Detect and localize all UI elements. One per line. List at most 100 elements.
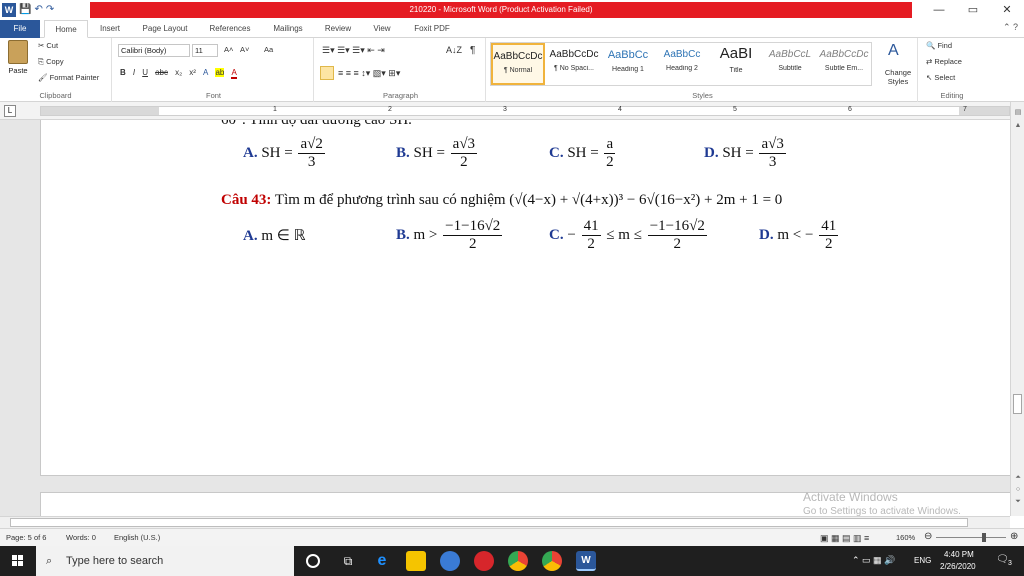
subscript-button[interactable]: x₂	[175, 68, 182, 77]
numerator: 41	[819, 218, 839, 236]
italic-button[interactable]: I	[133, 68, 135, 77]
opera-icon[interactable]	[474, 551, 494, 571]
chrome-profile-icon[interactable]	[542, 551, 562, 571]
font-color-icon[interactable]: A	[231, 68, 237, 79]
start-button[interactable]	[0, 546, 36, 576]
zoom-in-icon[interactable]: ⊕	[1010, 531, 1018, 542]
horizontal-scroll-thumb[interactable]	[10, 518, 968, 527]
shrink-font-button[interactable]: A˅	[240, 45, 249, 54]
document-area: 60°. Tính độ dài đường cao SH. A. SH = a…	[0, 120, 1010, 516]
paste-icon	[8, 40, 28, 64]
style-title[interactable]: AaBI Title	[709, 43, 763, 85]
zoom-out-icon[interactable]: ⊖	[924, 531, 932, 542]
select-button[interactable]: ↖ Select	[926, 73, 955, 82]
style-normal[interactable]: AaBbCcDc ¶ Normal	[491, 43, 545, 85]
file-explorer-icon[interactable]	[406, 551, 426, 571]
style-heading-1[interactable]: AaBbCc Heading 1	[601, 43, 655, 85]
tab-insert[interactable]: Insert	[92, 20, 128, 38]
horizontal-ruler[interactable]: 1 2 3 4 5 6 7	[40, 106, 1010, 116]
copy-button[interactable]: ⎘ Copy	[38, 57, 64, 67]
save-icon[interactable]: 💾	[19, 3, 31, 17]
text-effects-icon[interactable]: A	[203, 68, 208, 77]
style-no-spacing[interactable]: AaBbCcDc ¶ No Spaci...	[547, 43, 601, 85]
browse-object-icon[interactable]: ○	[1011, 486, 1024, 493]
show-marks-button[interactable]: ¶	[470, 45, 475, 56]
word-app-icon[interactable]: W	[2, 3, 16, 17]
scroll-thumb[interactable]	[1013, 394, 1022, 414]
word-count[interactable]: Words: 0	[66, 533, 96, 542]
vertical-scrollbar[interactable]: ▤ ▲ ⏶ ○ ⏷	[1010, 102, 1024, 516]
tab-references[interactable]: References	[202, 20, 258, 38]
bold-button[interactable]: B	[120, 68, 126, 77]
zoom-level[interactable]: 160%	[896, 533, 915, 542]
format-painter-button[interactable]: 🖌 Format Painter	[38, 73, 99, 82]
alignment-icons[interactable]: ≡ ≡ ≡ ↕▾ ▧▾ ⊞▾	[338, 68, 400, 79]
change-case-button[interactable]: Aa	[264, 45, 273, 54]
language-indicator[interactable]: English (U.S.)	[114, 533, 160, 542]
tab-mailings[interactable]: Mailings	[264, 20, 312, 38]
previous-page-icon[interactable]: ⏶	[1011, 474, 1024, 482]
cortana-icon[interactable]	[306, 554, 320, 568]
tray-icons[interactable]: ⌃ ▭ ▦ 🔊	[852, 555, 895, 566]
font-size-dropdown[interactable]: 11	[192, 44, 218, 57]
view-mode-icons[interactable]: ▣ ▦ ▤ ▥ ≡	[820, 533, 869, 544]
style-subtitle[interactable]: AaBbCcL Subtitle	[763, 43, 817, 85]
tab-home[interactable]: Home	[44, 20, 88, 38]
ruler-toggle-icon[interactable]: ▤	[1011, 108, 1024, 116]
highlight-icon[interactable]: ab	[215, 68, 225, 77]
style-name: Title	[729, 67, 743, 74]
bullets-icon[interactable]: ☰▾ ☰▾ ☰▾ ⇤ ⇥	[322, 45, 385, 56]
minimize-button[interactable]: —	[922, 0, 956, 20]
edge-icon[interactable]: e	[372, 551, 392, 571]
zoom-slider[interactable]	[936, 537, 1006, 538]
tab-view[interactable]: View	[364, 20, 400, 38]
change-styles-button[interactable]: Change Styles	[880, 68, 916, 86]
help-icon[interactable]: ⌃ ?	[1003, 22, 1018, 33]
word-taskbar-icon[interactable]: W	[576, 551, 596, 571]
replace-button[interactable]: ⇄ Replace	[926, 57, 962, 66]
tab-selector[interactable]: L	[4, 105, 16, 117]
zoom-slider-thumb[interactable]	[982, 533, 986, 542]
close-button[interactable]: ✕	[990, 0, 1024, 20]
horizontal-scrollbar[interactable]	[0, 516, 1010, 528]
page-count[interactable]: Page: 5 of 6	[6, 533, 46, 542]
style-sample: AaBbCcDc	[819, 49, 869, 60]
chrome-icon[interactable]	[508, 551, 528, 571]
notification-icon[interactable]: 🗨	[996, 554, 1009, 565]
ruler-number: 3	[503, 106, 507, 113]
clock-date[interactable]: 2/26/2020	[940, 562, 976, 571]
document-page[interactable]: 60°. Tính độ dài đường cao SH. A. SH = a…	[40, 120, 1010, 476]
superscript-button[interactable]: x²	[189, 68, 196, 77]
font-name-dropdown[interactable]: Calibri (Body)	[118, 44, 190, 57]
strikethrough-button[interactable]: abc	[155, 68, 168, 77]
tab-review[interactable]: Review	[318, 20, 358, 38]
denominator: 2	[824, 236, 833, 252]
sort-button[interactable]: A↓Z	[446, 45, 462, 55]
maximize-button[interactable]: ▭	[956, 0, 990, 20]
style-subtle-emphasis[interactable]: AaBbCcDc Subtle Em...	[817, 43, 871, 85]
undo-icon[interactable]: ↶	[34, 3, 42, 17]
app-icon-blue[interactable]	[440, 551, 460, 571]
tab-file[interactable]: File	[0, 20, 40, 38]
next-page-icon[interactable]: ⏷	[1011, 498, 1024, 506]
find-button[interactable]: 🔍 Find	[926, 41, 952, 50]
status-bar: Page: 5 of 6 Words: 0 English (U.S.) ▣ ▦…	[0, 528, 1024, 546]
align-left-button[interactable]	[320, 66, 334, 80]
taskbar-search-box[interactable]: ⌕ Type here to search	[36, 546, 294, 576]
underline-button[interactable]: U	[142, 68, 148, 77]
style-name: ¶ Normal	[503, 67, 533, 74]
grow-font-button[interactable]: A˄	[224, 45, 233, 54]
input-language[interactable]: ENG	[914, 556, 931, 565]
tab-page-layout[interactable]: Page Layout	[134, 20, 196, 38]
tab-foxit-pdf[interactable]: Foxit PDF	[406, 20, 458, 38]
task-view-icon[interactable]: ⧉	[338, 551, 358, 571]
scroll-up-icon[interactable]: ▲	[1011, 122, 1024, 129]
paste-button[interactable]: Paste	[4, 40, 32, 84]
denominator: 3	[768, 154, 777, 170]
redo-icon[interactable]: ↷	[46, 3, 54, 17]
style-sample: AaBI	[719, 45, 753, 62]
style-heading-2[interactable]: AaBbCc Heading 2	[655, 43, 709, 85]
font-label: Font	[205, 91, 221, 100]
clock-time[interactable]: 4:40 PM	[944, 550, 974, 559]
cut-button[interactable]: ✂ Cut	[38, 41, 58, 50]
